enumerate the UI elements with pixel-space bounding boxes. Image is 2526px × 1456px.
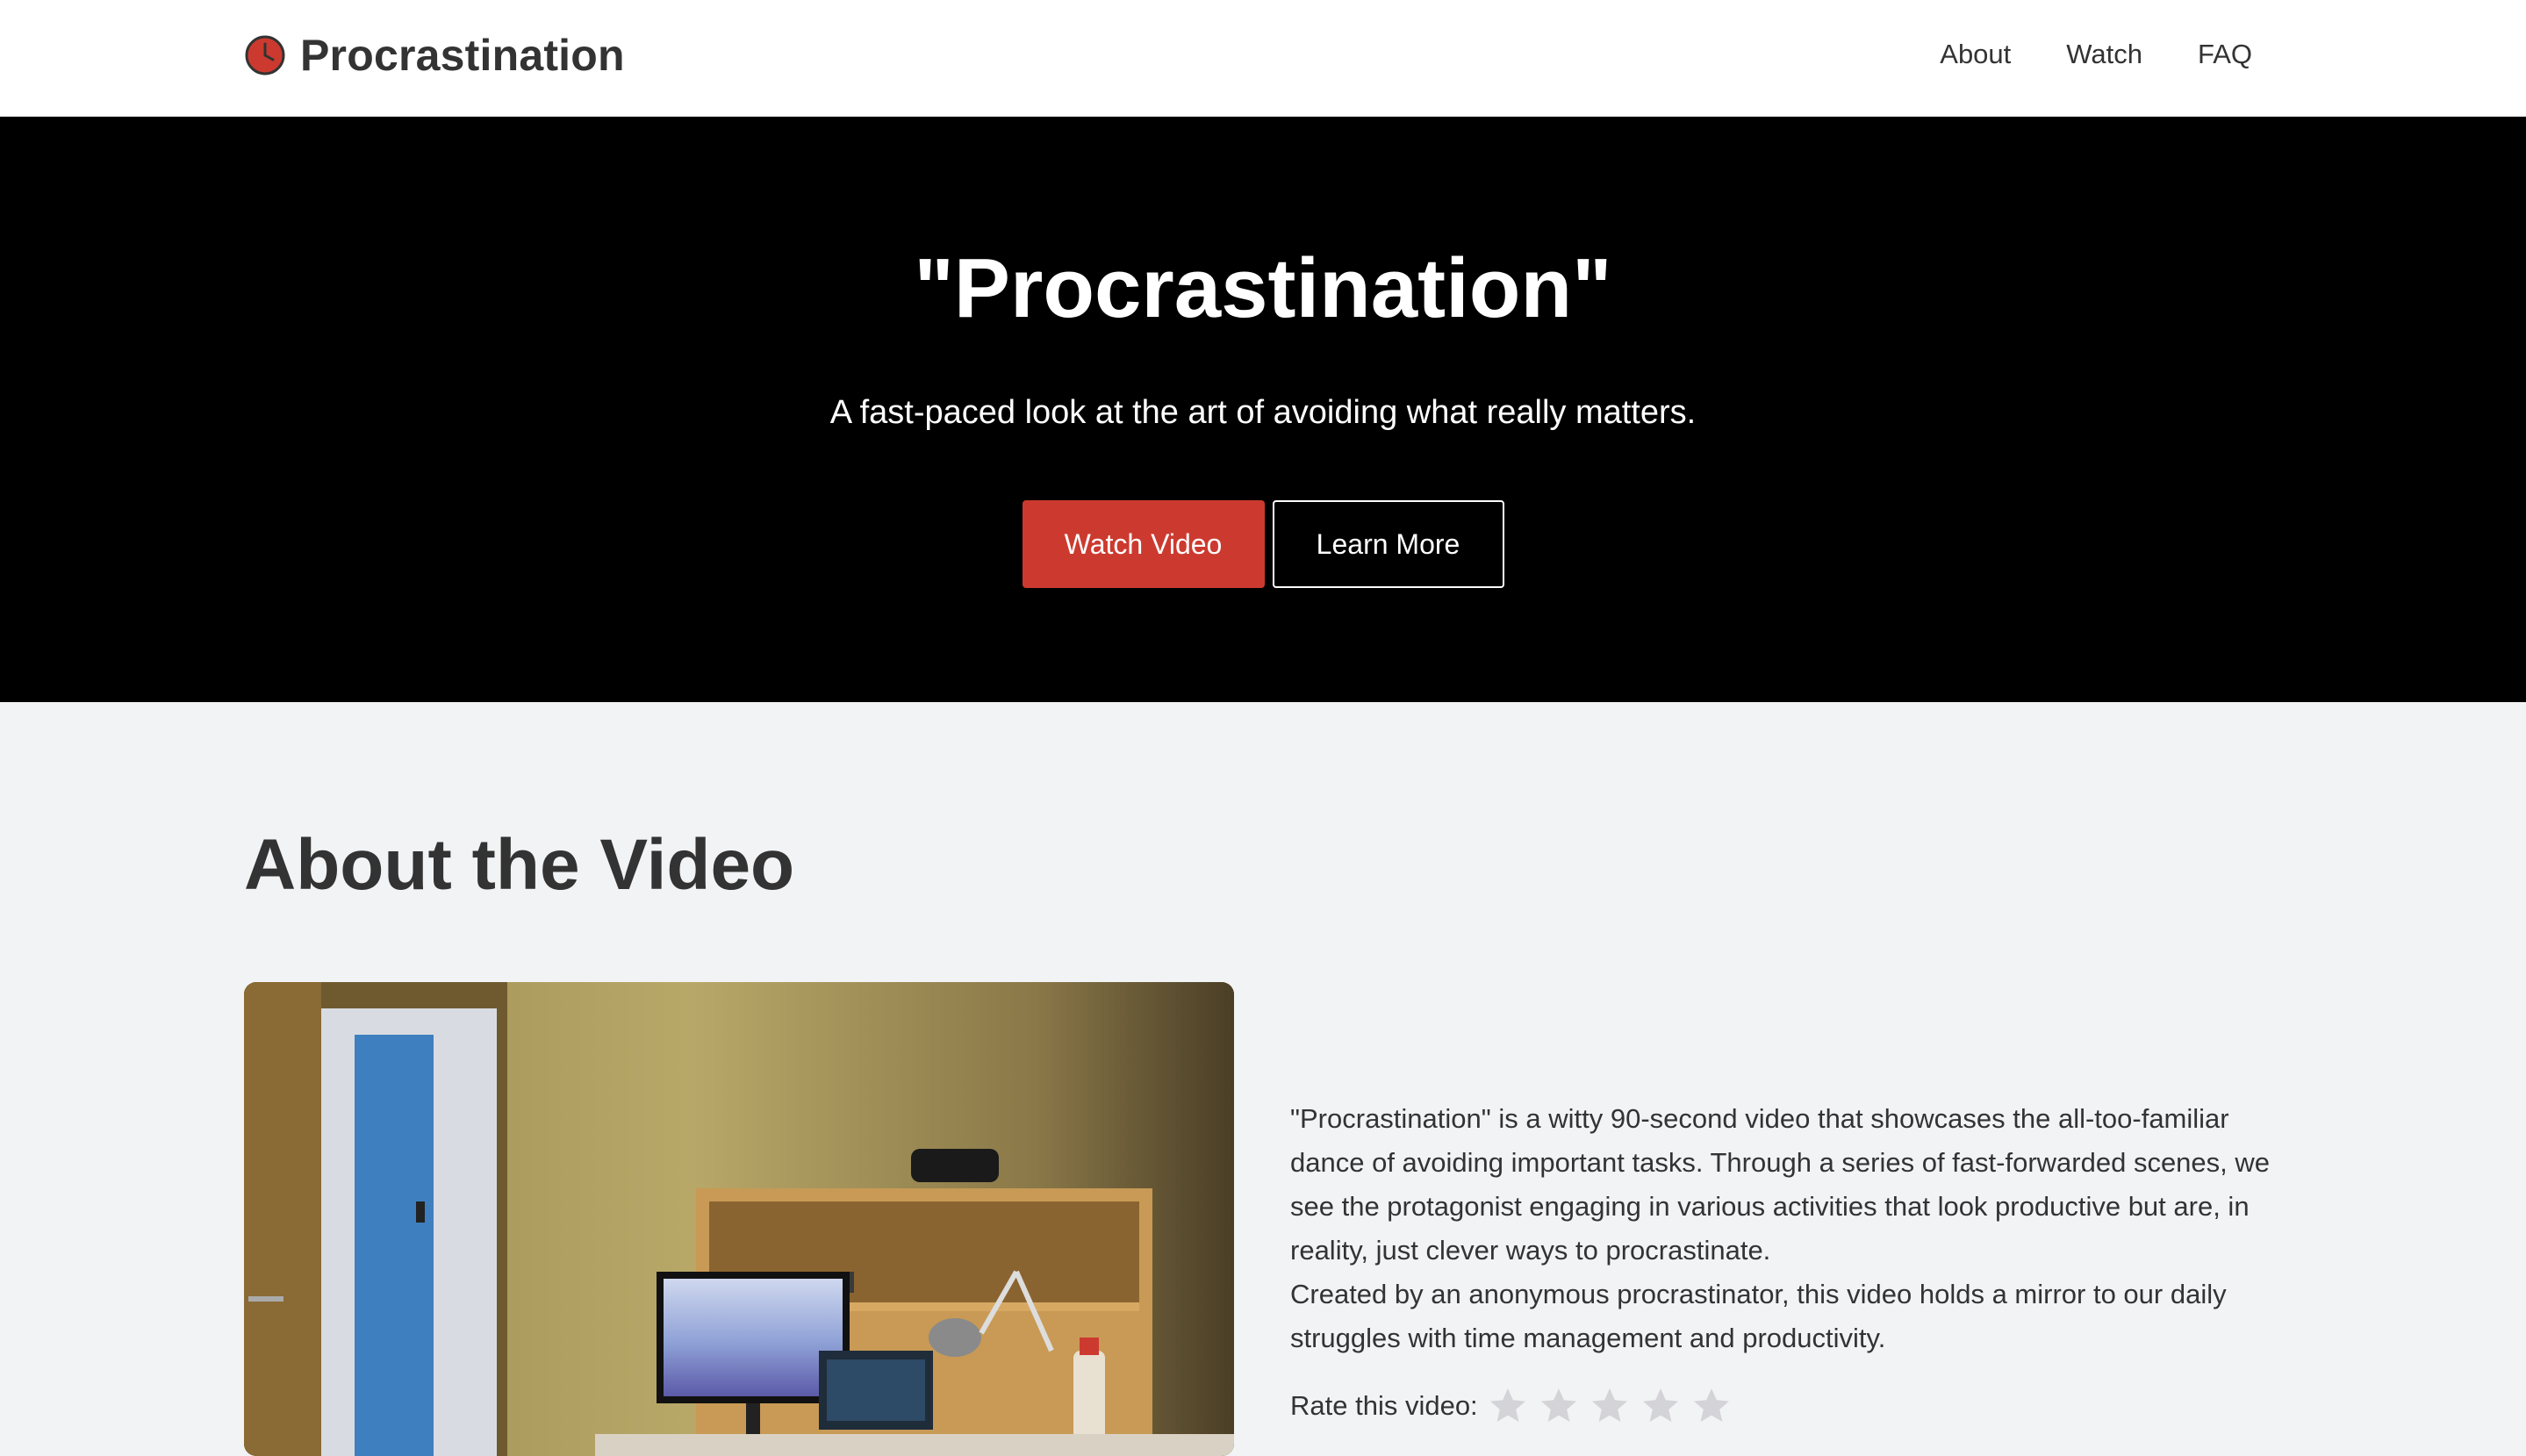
hero-subtitle: A fast-paced look at the art of avoiding… [829,394,1697,431]
star-icon[interactable] [1589,1385,1631,1427]
room-scene-image [244,982,1234,1456]
about-title: About the Video [244,825,795,905]
star-icon[interactable] [1487,1385,1529,1427]
nav-link-watch[interactable]: Watch [2066,39,2142,70]
hero-title: "Procrastination" [914,241,1612,335]
nav-link-about[interactable]: About [1940,39,2011,70]
star-icon[interactable] [1538,1385,1580,1427]
site-header: Procrastination About Watch FAQ [0,0,2526,117]
nav-link-faq[interactable]: FAQ [2198,39,2252,70]
clock-icon [245,35,285,75]
star-rating [1487,1385,1733,1427]
hero-buttons: Watch Video Learn More [0,500,2526,588]
rating-widget: Rate this video: [1290,1385,1733,1427]
about-paragraph-2: Created by an anonymous procrastinator, … [1290,1279,2227,1353]
star-icon[interactable] [1690,1385,1733,1427]
about-description: "Procrastination" is a witty 90-second v… [1290,1097,2278,1360]
brand-name: Procrastination [300,31,625,80]
main-nav: About Watch FAQ [1940,39,2252,70]
watch-video-button[interactable]: Watch Video [1022,500,1265,588]
about-paragraph-1: "Procrastination" is a witty 90-second v… [1290,1103,2271,1266]
star-icon[interactable] [1640,1385,1682,1427]
video-thumbnail[interactable] [244,982,1234,1456]
hero-section: "Procrastination" A fast-paced look at t… [0,117,2526,702]
brand-logo[interactable]: Procrastination [244,30,625,81]
rating-label: Rate this video: [1290,1390,1478,1421]
learn-more-button[interactable]: Learn More [1272,500,1504,588]
